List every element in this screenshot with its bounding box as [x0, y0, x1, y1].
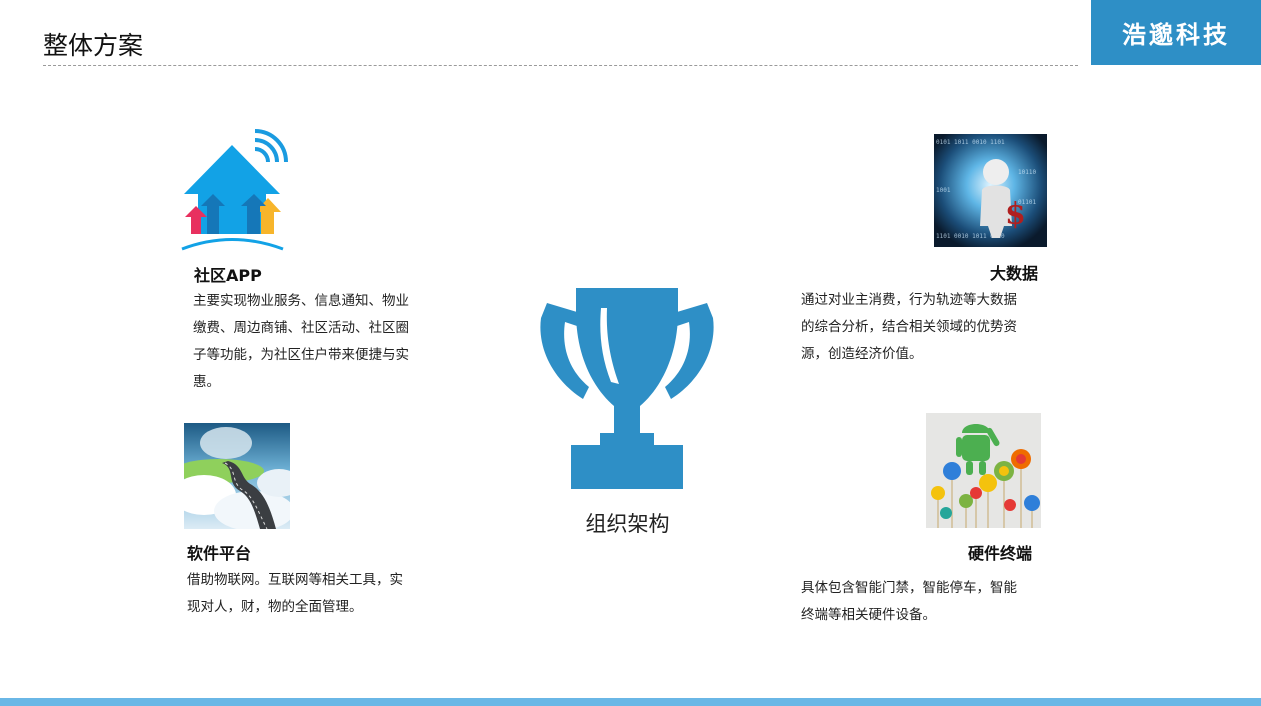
big-data-description: 通过对业主消费，行为轨迹等大数据 的综合分析，结合相关领域的优势资 源，创造经济…: [801, 287, 1061, 368]
page-title: 整体方案: [43, 31, 144, 60]
svg-text:0101 1011 0010 1101: 0101 1011 0010 1101: [936, 139, 1005, 146]
data-tunnel-image: 0101 1011 0010 1101 1101 0010 1011 0110 …: [934, 134, 1047, 247]
hardware-heading: 硬件终端: [968, 544, 1033, 563]
big-data-heading: 大数据: [990, 264, 1039, 283]
description-line: 通过对业主消费，行为轨迹等大数据: [801, 292, 1017, 308]
software-platform-description: 借助物联网。互联网等相关工具，实 现对人，财，物的全面管理。: [187, 567, 457, 621]
description-line: 子等功能，为社区住户带来便捷与实: [193, 347, 409, 363]
bottom-accent-bar: [0, 698, 1261, 706]
hardware-description: 具体包含智能门禁，智能停车，智能 终端等相关硬件设备。: [801, 575, 1061, 629]
svg-text:1001: 1001: [936, 187, 951, 194]
trophy-icon: [540, 288, 714, 489]
title-divider: [43, 65, 1078, 66]
svg-text:$: $: [1005, 197, 1026, 232]
description-line: 源，创造经济价值。: [801, 346, 923, 362]
center-label: 组织架构: [585, 512, 670, 536]
software-platform-heading: 软件平台: [187, 544, 252, 563]
community-app-description: 主要实现物业服务、信息通知、物业 缴费、周边商铺、社区活动、社区圈 子等功能，为…: [193, 288, 463, 396]
svg-text:10110: 10110: [1018, 169, 1036, 176]
description-line: 的综合分析，结合相关领域的优势资: [801, 319, 1017, 335]
smart-home-icon: [181, 129, 288, 251]
description-line: 缴费、周边商铺、社区活动、社区圈: [193, 320, 409, 336]
description-line: 借助物联网。互联网等相关工具，实: [187, 572, 403, 588]
description-line: 具体包含智能门禁，智能停车，智能: [801, 580, 1017, 596]
description-line: 惠。: [193, 374, 220, 390]
description-line: 终端等相关硬件设备。: [801, 607, 936, 623]
cloud-road-image: [184, 423, 290, 529]
android-lollipop-image: [926, 413, 1041, 528]
description-line: 现对人，财，物的全面管理。: [187, 599, 363, 615]
community-app-heading: 社区APP: [194, 266, 262, 285]
brand-logo: 浩邈科技: [1091, 0, 1261, 65]
description-line: 主要实现物业服务、信息通知、物业: [193, 293, 409, 309]
